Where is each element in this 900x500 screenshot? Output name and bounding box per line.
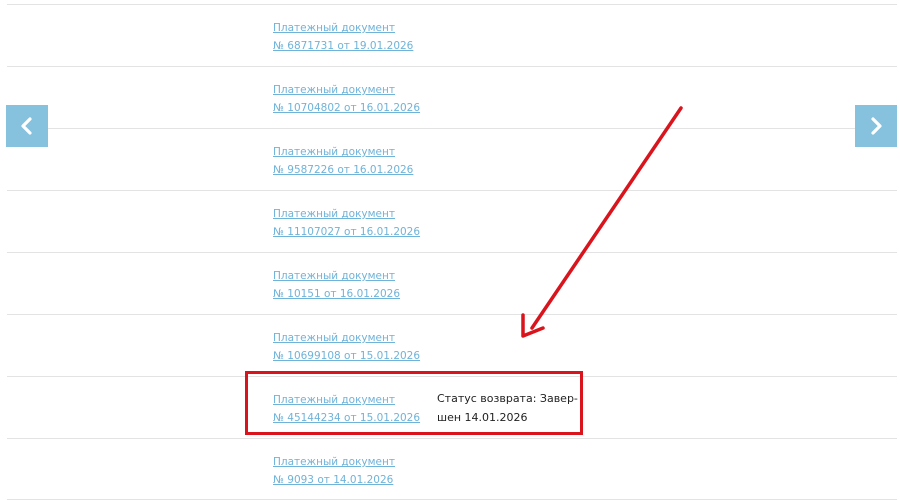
payment-document-link[interactable]: Платежный документ № 9587226 от 16.01.20… <box>273 143 413 179</box>
payment-document-link[interactable]: Платежный документ № 11107027 от 16.01.2… <box>273 205 420 241</box>
payment-document-link[interactable]: Платежный документ № 6871731 от 19.01.20… <box>273 19 413 55</box>
next-button[interactable] <box>855 105 897 147</box>
list-item: Платежный документ № 6871731 от 19.01.20… <box>7 4 897 66</box>
document-title[interactable]: Платежный документ <box>273 143 413 161</box>
payment-document-link[interactable]: Платежный документ № 9093 от 14.01.2026 <box>273 453 395 489</box>
document-number[interactable]: № 10151 от 16.01.2026 <box>273 285 400 303</box>
payment-document-link[interactable]: Платежный документ № 10704802 от 16.01.2… <box>273 81 420 117</box>
document-title[interactable]: Платежный документ <box>273 19 413 37</box>
document-title[interactable]: Платежный документ <box>273 267 400 285</box>
document-number[interactable]: № 6871731 от 19.01.2026 <box>273 37 413 55</box>
previous-button[interactable] <box>6 105 48 147</box>
list-item: Платежный документ № 11107027 от 16.01.2… <box>7 190 897 252</box>
list-item: Платежный документ № 10704802 от 16.01.2… <box>7 66 897 128</box>
document-number[interactable]: № 9093 от 14.01.2026 <box>273 471 395 489</box>
list-item: Платежный документ № 10151 от 16.01.2026 <box>7 252 897 314</box>
document-title[interactable]: Платежный документ <box>273 453 395 471</box>
document-title[interactable]: Платежный документ <box>273 329 420 347</box>
document-number[interactable]: № 9587226 от 16.01.2026 <box>273 161 413 179</box>
list-item: Платежный документ № 9587226 от 16.01.20… <box>7 128 897 190</box>
document-number[interactable]: № 11107027 от 16.01.2026 <box>273 223 420 241</box>
document-title[interactable]: Платежный документ <box>273 205 420 223</box>
document-title[interactable]: Платежный документ <box>273 81 420 99</box>
chevron-left-icon <box>21 117 32 135</box>
document-number[interactable]: № 10699108 от 15.01.2026 <box>273 347 420 365</box>
list-item: Платежный документ № 10699108 от 15.01.2… <box>7 314 897 376</box>
list-item: Платежный документ № 9093 от 14.01.2026 <box>7 438 897 500</box>
document-number[interactable]: № 10704802 от 16.01.2026 <box>273 99 420 117</box>
highlight-box <box>245 371 583 435</box>
payment-document-link[interactable]: Платежный документ № 10699108 от 15.01.2… <box>273 329 420 365</box>
chevron-right-icon <box>871 117 882 135</box>
payment-document-link[interactable]: Платежный документ № 10151 от 16.01.2026 <box>273 267 400 303</box>
